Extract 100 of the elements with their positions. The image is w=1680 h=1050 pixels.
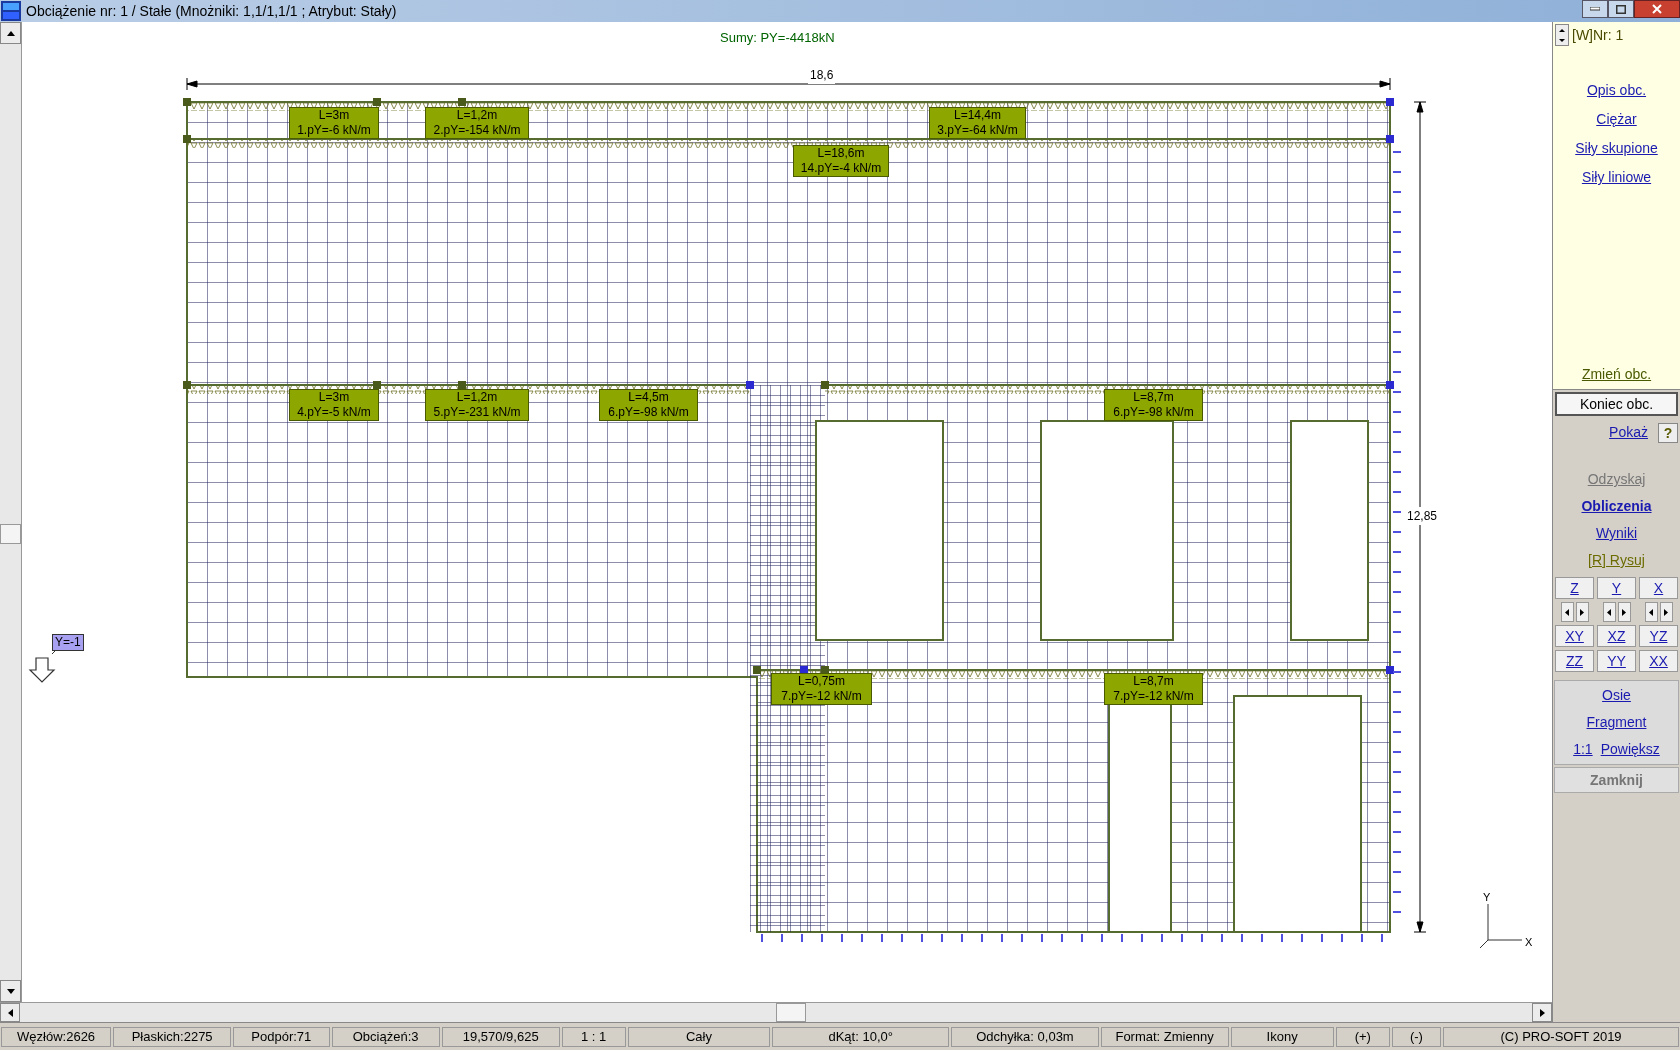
load-label: L=8,7m 7.pY=-12 kN/m bbox=[1104, 673, 1203, 705]
load-label: L=4,5m 6.pY=-98 kN/m bbox=[599, 389, 698, 421]
status-cell: (-) bbox=[1391, 1026, 1442, 1047]
spinner-control[interactable] bbox=[1555, 24, 1569, 46]
node-marker bbox=[746, 381, 754, 389]
down-arrow-icon bbox=[28, 657, 56, 683]
load-sum-label: Sumy: PY=-4418kN bbox=[720, 29, 835, 47]
app-logo-icon bbox=[1, 1, 21, 21]
node-marker bbox=[373, 98, 381, 106]
down-arrow-icon bbox=[1559, 38, 1565, 42]
scroll-thumb[interactable] bbox=[776, 1003, 806, 1022]
end-load-button[interactable]: Koniec obc. bbox=[1555, 392, 1678, 416]
force-tag: Y=-1 bbox=[52, 634, 84, 651]
panel-link[interactable]: Wyniki bbox=[1595, 523, 1638, 544]
scroll-thumb[interactable] bbox=[0, 524, 21, 544]
minimize-icon bbox=[1590, 7, 1600, 11]
view-button[interactable]: XX bbox=[1639, 650, 1678, 672]
load-label: L=14,4m 3.pY=-64 kN/m bbox=[929, 107, 1026, 139]
view-button[interactable]: XY bbox=[1555, 625, 1594, 647]
node-marker bbox=[821, 381, 829, 389]
rotate-left-button[interactable] bbox=[1560, 602, 1574, 622]
load-label: L=18,6m 14.pY=-4 kN/m bbox=[793, 145, 889, 177]
node-marker bbox=[183, 98, 191, 106]
show-link[interactable]: Pokaż bbox=[1609, 422, 1648, 443]
axis-label: X bbox=[1525, 935, 1533, 950]
node-marker bbox=[183, 135, 191, 143]
view-button[interactable]: ZZ bbox=[1555, 650, 1594, 672]
node-marker bbox=[753, 666, 761, 674]
rotate-right-button[interactable] bbox=[1575, 602, 1589, 622]
load-label: L=0,75m 7.pY=-12 kN/m bbox=[771, 673, 872, 705]
minimize-button[interactable] bbox=[1582, 0, 1608, 18]
load-label: L=3m 1.pY=-6 kN/m bbox=[289, 107, 379, 139]
load-label: L=1,2m 2.pY=-154 kN/m bbox=[425, 107, 529, 139]
scroll-up-button[interactable] bbox=[0, 22, 21, 44]
panel-link[interactable]: Siły liniowe bbox=[1581, 167, 1652, 188]
view-button[interactable]: Y bbox=[1597, 577, 1636, 599]
status-cell: Odchyłka: 0,03m bbox=[951, 1026, 1099, 1047]
rotate-right-button[interactable] bbox=[1617, 602, 1631, 622]
vertical-scrollbar[interactable] bbox=[0, 22, 22, 1002]
axis-drawing bbox=[1479, 903, 1523, 949]
status-cell: dKąt: 10,0° bbox=[772, 1026, 950, 1047]
maximize-button[interactable] bbox=[1608, 0, 1634, 18]
right-arrow-icon bbox=[1539, 1008, 1545, 1017]
close-icon bbox=[1652, 4, 1662, 14]
node-marker bbox=[183, 381, 191, 389]
status-cell: Obciążeń:3 bbox=[331, 1026, 440, 1047]
right-arrow-icon bbox=[1664, 608, 1668, 616]
window-title: Obciążenie nr: 1 / Stałe (Mnożniki: 1,1/1,1/1 ; Atrybut: Stały) bbox=[26, 1, 397, 21]
rotate-right-button[interactable] bbox=[1659, 602, 1673, 622]
node-marker bbox=[373, 381, 381, 389]
status-cell: (C) PRO-SOFT 2019 bbox=[1443, 1026, 1679, 1047]
panel-link[interactable]: Obliczenia bbox=[1581, 496, 1652, 517]
status-cell: Format: Zmienny bbox=[1100, 1026, 1229, 1047]
panel-link[interactable]: Siły skupione bbox=[1575, 138, 1658, 159]
help-button[interactable]: ? bbox=[1658, 422, 1678, 443]
node-marker bbox=[458, 98, 466, 106]
status-cell: Węzłów:2626 bbox=[1, 1026, 112, 1047]
node-marker bbox=[1386, 666, 1394, 674]
load-number: [W]Nr: 1 bbox=[1572, 25, 1624, 45]
panel-link[interactable]: Powiększ bbox=[1600, 739, 1660, 760]
panel-link[interactable]: [R] Rysuj bbox=[1588, 550, 1645, 571]
node-marker bbox=[1386, 135, 1394, 143]
panel-link[interactable]: Opis obc. bbox=[1586, 80, 1647, 101]
scroll-right-button[interactable] bbox=[1532, 1003, 1552, 1022]
maximize-icon bbox=[1616, 4, 1626, 14]
scroll-left-button[interactable] bbox=[0, 1003, 20, 1022]
panel-link[interactable]: Ciężar bbox=[1596, 109, 1637, 130]
node-marker bbox=[458, 381, 466, 389]
rotate-left-button[interactable] bbox=[1602, 602, 1616, 622]
status-cell: Podpór:71 bbox=[233, 1026, 330, 1047]
view-button[interactable]: YY bbox=[1597, 650, 1636, 672]
status-cell: 1 : 1 bbox=[561, 1026, 626, 1047]
view-button[interactable]: Z bbox=[1555, 577, 1594, 599]
left-arrow-icon bbox=[7, 1008, 13, 1017]
horizontal-scrollbar[interactable] bbox=[0, 1002, 1552, 1022]
up-arrow-icon bbox=[6, 30, 15, 36]
scroll-down-button[interactable] bbox=[0, 980, 21, 1002]
dimension-label: 12,85 bbox=[1406, 507, 1439, 525]
status-cell: 19,570/9,625 bbox=[441, 1026, 560, 1047]
status-cell: Płaskich:2275 bbox=[113, 1026, 232, 1047]
node-marker bbox=[1386, 98, 1394, 106]
view-button[interactable]: X bbox=[1639, 577, 1678, 599]
load-label: L=8,7m 6.pY=-98 kN/m bbox=[1104, 389, 1203, 421]
axis-label: Y bbox=[1483, 890, 1491, 905]
status-cell: (+) bbox=[1335, 1026, 1390, 1047]
load-label: L=1,2m 5.pY=-231 kN/m bbox=[425, 389, 529, 421]
panel-link[interactable]: Fragment bbox=[1586, 712, 1647, 733]
view-button[interactable]: XZ bbox=[1597, 625, 1636, 647]
node-marker bbox=[1386, 381, 1394, 389]
change-load-link[interactable]: Zmień obc. bbox=[1581, 364, 1652, 385]
close-button[interactable] bbox=[1634, 0, 1680, 18]
status-cell: Cały bbox=[627, 1026, 771, 1047]
left-arrow-icon bbox=[1607, 608, 1611, 616]
rotate-left-button[interactable] bbox=[1644, 602, 1658, 622]
load-label: L=3m 4.pY=-5 kN/m bbox=[289, 389, 379, 421]
left-arrow-icon bbox=[1565, 608, 1569, 616]
left-arrow-icon bbox=[1649, 608, 1653, 616]
panel-link[interactable]: 1:1 bbox=[1573, 739, 1593, 760]
panel-link[interactable]: Osie bbox=[1602, 685, 1631, 706]
view-button[interactable]: YZ bbox=[1639, 625, 1678, 647]
